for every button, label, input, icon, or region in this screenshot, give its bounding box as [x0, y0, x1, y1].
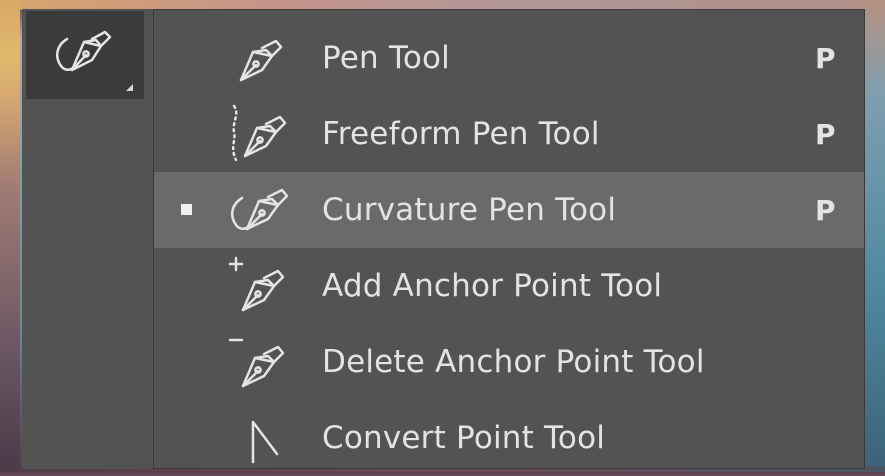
menu-item-label: Freeform Pen Tool	[322, 116, 600, 152]
menu-item-freeform-pen-tool[interactable]: Freeform Pen Tool P	[154, 96, 864, 172]
menu-item-label: Delete Anchor Point Tool	[322, 344, 705, 380]
delete-anchor-point-icon	[228, 338, 285, 388]
pen-tool-flyout-menu: Pen Tool P Freeform Pen Tool P Curvature…	[153, 9, 865, 469]
menu-item-label: Convert Point Tool	[322, 420, 606, 456]
menu-item-label: Curvature Pen Tool	[322, 192, 617, 228]
menu-item-delete-anchor-point-tool[interactable]: Delete Anchor Point Tool	[154, 324, 864, 400]
pen-icon	[239, 39, 283, 82]
convert-point-icon	[251, 420, 279, 464]
curvature-pen-tool-button[interactable]	[26, 11, 144, 99]
curvature-pen-icon	[55, 30, 112, 72]
background-left	[0, 0, 20, 472]
tool-group-corner-indicator	[126, 84, 133, 91]
menu-item-pen-tool[interactable]: Pen Tool P	[154, 20, 864, 96]
menu-item-add-anchor-point-tool[interactable]: Add Anchor Point Tool	[154, 248, 864, 324]
menu-item-shortcut: P	[815, 193, 836, 227]
freeform-pen-icon	[232, 104, 287, 162]
selected-indicator	[181, 204, 192, 215]
curvature-pen-icon	[230, 188, 289, 231]
menu-item-label: Add Anchor Point Tool	[322, 268, 663, 304]
menu-item-label: Pen Tool	[322, 40, 450, 76]
add-anchor-point-icon	[228, 256, 285, 312]
menu-item-shortcut: P	[815, 117, 836, 151]
menu-item-curvature-pen-tool[interactable]: Curvature Pen Tool P	[154, 172, 864, 248]
menu-item-shortcut: P	[815, 41, 836, 75]
menu-item-convert-point-tool[interactable]: Convert Point Tool	[154, 400, 864, 476]
